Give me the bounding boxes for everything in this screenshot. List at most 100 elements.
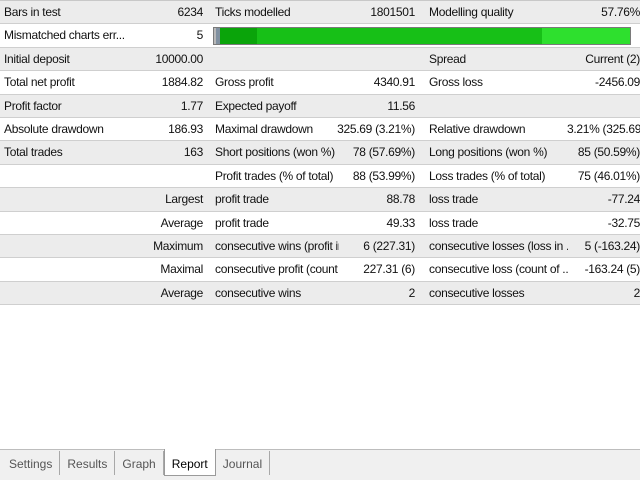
max-consec-wins-cell: consecutive wins (profit in... 6 (227.31… — [207, 235, 419, 257]
mismatched-charts-label: Mismatched charts err... — [0, 24, 150, 47]
profit-factor-label: Profit factor — [4, 98, 62, 113]
avg-consec-wins-value: 2 — [408, 285, 416, 300]
report-row-average-consec: Average consecutive wins 2 consecutive l… — [0, 281, 640, 306]
max-consec-losses-value: 5 (-163.24) — [584, 238, 640, 253]
expected-payoff-value: 11.56 — [387, 98, 415, 113]
gross-loss-label: Gross loss — [429, 75, 483, 90]
gross-loss-value: -2456.09 — [595, 75, 640, 90]
bar-segment-green — [257, 28, 542, 45]
maximal-consec-loss-cell: consecutive loss (count of ... -163.24 (… — [419, 258, 640, 280]
relative-drawdown-value: 3.21% (325.69) — [567, 121, 640, 136]
empty-cell — [207, 48, 419, 70]
gross-loss-cell: Gross loss -2456.09 — [419, 71, 640, 93]
largest-loss-value: -77.24 — [607, 192, 640, 207]
maximal-drawdown-value: 325.69 (3.21%) — [337, 121, 415, 136]
modelling-quality-cell: Modelling quality 57.76% — [419, 1, 640, 23]
average-loss-value: -32.75 — [607, 215, 640, 230]
relative-drawdown-cell: Relative drawdown 3.21% (325.69) — [419, 118, 640, 140]
tab-settings[interactable]: Settings — [2, 451, 61, 475]
maximal-consec-profit-label: consecutive profit (count ... — [215, 262, 339, 277]
report-row-bars: Bars in test 6234 Ticks modelled 1801501… — [0, 1, 640, 25]
long-positions-label: Long positions (won %) — [429, 145, 548, 160]
total-net-profit-label: Total net profit — [4, 75, 75, 90]
gross-profit-label: Gross profit — [215, 75, 274, 90]
average-profit-cell: profit trade 49.33 — [207, 212, 419, 234]
absolute-drawdown-value: 186.93 — [168, 121, 203, 136]
bar-segment-light-green — [542, 28, 630, 45]
avg-consec-losses-label: consecutive losses — [429, 285, 525, 300]
report-row-deposit: Initial deposit 10000.00 Spread Current … — [0, 47, 640, 72]
expected-payoff-label: Expected payoff — [215, 98, 297, 113]
spread-cell: Spread Current (2) — [419, 48, 640, 70]
modelling-quality-value: 57.76% — [601, 5, 640, 19]
largest-loss-label: loss trade — [429, 192, 479, 207]
average-label: Average — [160, 215, 204, 230]
bar-segment-dark-green — [220, 28, 257, 45]
avg-consec-wins-cell: consecutive wins 2 — [207, 282, 419, 304]
report-row-maximum: Maximum consecutive wins (profit in... 6… — [0, 234, 640, 259]
loss-trades-value: 75 (46.01%) — [577, 168, 640, 183]
bars-in-test-value: 6234 — [177, 5, 204, 19]
report-row-largest: Largest profit trade 88.78 loss trade -7… — [0, 188, 640, 212]
average-loss-label: loss trade — [429, 215, 479, 230]
long-positions-value: 85 (50.59%) — [577, 145, 640, 160]
tab-graph[interactable]: Graph — [115, 451, 164, 475]
short-positions-cell: Short positions (won %) 78 (57.69%) — [207, 141, 419, 163]
tester-tab-bar: Settings Results Graph Report Journal — [0, 449, 640, 480]
profit-trades-cell: Profit trades (% of total) 88 (53.99%) — [207, 165, 419, 187]
profit-trades-label: Profit trades (% of total) — [215, 168, 334, 183]
long-positions-cell: Long positions (won %) 85 (50.59%) — [419, 141, 640, 163]
strategy-tester-report: Bars in test 6234 Ticks modelled 1801501… — [0, 0, 640, 306]
modelling-quality-bar — [213, 27, 631, 46]
report-row-drawdown: Absolute drawdown 186.93 Maximal drawdow… — [0, 117, 640, 142]
ticks-modelled-value: 1801501 — [370, 5, 415, 19]
report-row-mismatched: Mismatched charts err... 5 — [0, 24, 640, 48]
total-net-profit-value: 1884.82 — [161, 75, 204, 90]
avg-consec-wins-label: consecutive wins — [215, 285, 301, 300]
total-trades-value: 163 — [183, 145, 203, 160]
loss-trades-label: Loss trades (% of total) — [429, 168, 546, 183]
empty-cell — [0, 165, 150, 187]
loss-trades-cell: Loss trades (% of total) 75 (46.01%) — [419, 165, 640, 187]
maximal-consec-profit-cell: consecutive profit (count ... 227.31 (6) — [207, 258, 419, 280]
empty-cell — [419, 95, 640, 117]
maximal-consec-profit-value: 227.31 (6) — [363, 262, 415, 277]
short-positions-label: Short positions (won %) — [215, 145, 335, 160]
tab-report[interactable]: Report — [163, 449, 216, 476]
initial-deposit-value: 10000.00 — [155, 51, 203, 66]
largest-profit-value: 88.78 — [386, 192, 415, 207]
largest-profit-label: profit trade — [215, 192, 269, 207]
report-row-average: Average profit trade 49.33 loss trade -3… — [0, 211, 640, 235]
tab-results[interactable]: Results — [60, 451, 116, 475]
report-row-maximal: Maximal consecutive profit (count ... 22… — [0, 258, 640, 282]
avg-consec-losses-cell: consecutive losses 2 — [419, 282, 640, 304]
average-profit-value: 49.33 — [386, 215, 415, 230]
expected-payoff-cell: Expected payoff 11.56 — [207, 95, 419, 117]
gross-profit-cell: Gross profit 4340.91 — [207, 71, 419, 93]
largest-label: Largest — [165, 192, 203, 207]
tab-journal[interactable]: Journal — [216, 451, 271, 475]
total-trades-label: Total trades — [4, 145, 63, 160]
report-row-trades: Total trades 163 Short positions (won %)… — [0, 141, 640, 165]
report-row-profit-trades: Profit trades (% of total) 88 (53.99%) L… — [0, 164, 640, 189]
report-row-profit: Total net profit 1884.82 Gross profit 43… — [0, 71, 640, 95]
max-consec-wins-label: consecutive wins (profit in... — [215, 238, 339, 253]
relative-drawdown-label: Relative drawdown — [429, 121, 526, 136]
average-consec-label: Average — [160, 285, 204, 300]
modelling-quality-bar-cell — [207, 24, 631, 46]
profit-factor-value: 1.77 — [180, 98, 203, 113]
initial-deposit-label: Initial deposit — [4, 51, 70, 66]
mismatched-charts-value: 5 — [196, 28, 204, 43]
average-profit-label: profit trade — [215, 215, 269, 230]
max-consec-losses-label: consecutive losses (loss in ... — [429, 238, 568, 253]
ticks-modelled-label: Ticks modelled — [215, 5, 291, 19]
largest-loss-cell: loss trade -77.24 — [419, 188, 640, 210]
modelling-quality-label: Modelling quality — [429, 5, 514, 19]
empty-cell — [150, 165, 207, 187]
maximal-consec-loss-value: -163.24 (5) — [584, 262, 640, 277]
maximal-label: Maximal — [160, 262, 203, 277]
largest-profit-cell: profit trade 88.78 — [207, 188, 419, 210]
absolute-drawdown-label: Absolute drawdown — [4, 121, 104, 136]
maximum-label: Maximum — [153, 238, 203, 253]
spread-value: Current (2) — [585, 51, 640, 66]
